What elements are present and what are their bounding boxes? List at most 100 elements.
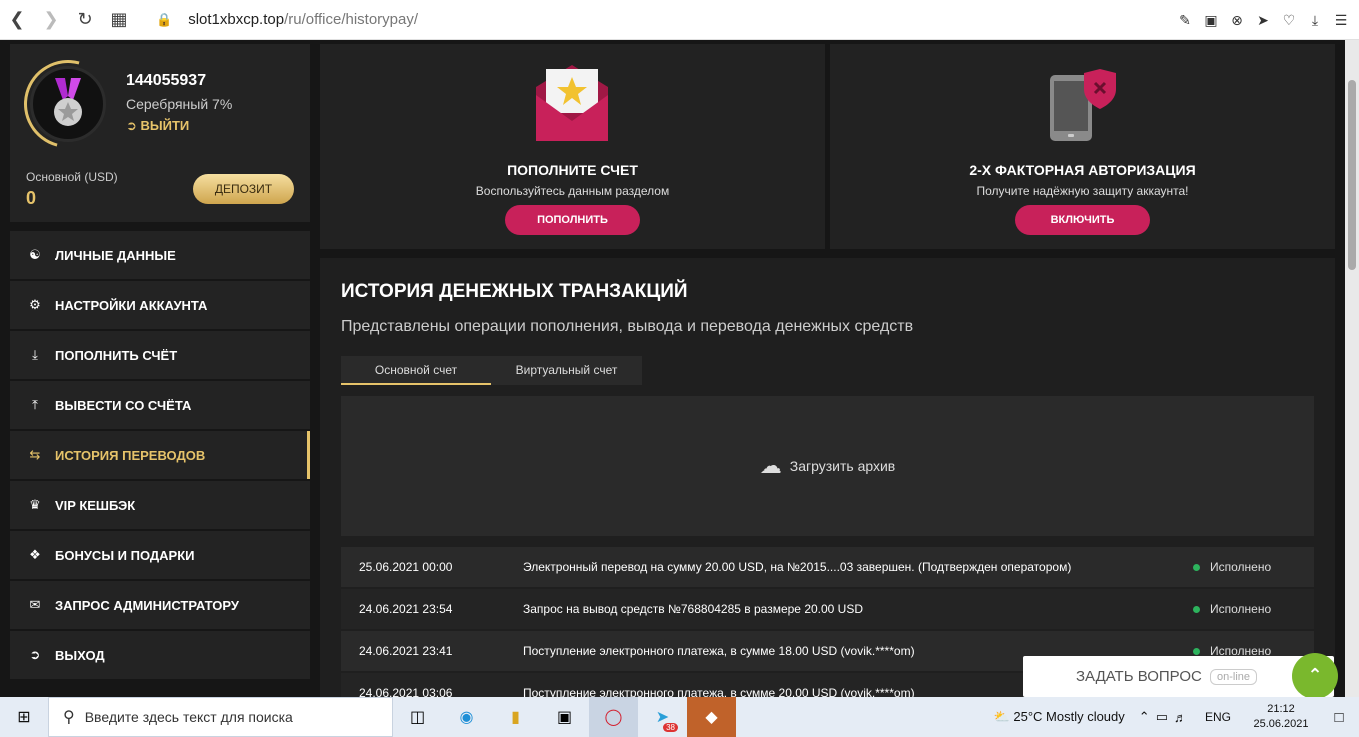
twofa-card-button[interactable]: ВКЛЮЧИТЬ xyxy=(1015,205,1150,235)
clock-time: 21:12 xyxy=(1267,703,1295,715)
balance-value: 0 xyxy=(26,188,37,208)
search-icon: ⚲ xyxy=(63,709,75,726)
weather-widget[interactable]: ⛅ 25°C Mostly cloudy xyxy=(994,709,1125,725)
telegram-icon[interactable]: ➤ 38 xyxy=(638,697,687,737)
gears-icon: ⚙ xyxy=(29,297,41,312)
logout-label: ВЫЙТИ xyxy=(140,118,190,133)
history-panel: ИСТОРИЯ ДЕНЕЖНЫХ ТРАНЗАКЦИЙ Представлены… xyxy=(320,258,1335,697)
sidebar-menu: ☯ ЛИЧНЫЕ ДАННЫЕ ⚙ НАСТРОЙКИ АККАУНТА ⤓ ПОПО… xyxy=(10,231,310,681)
task-view-icon[interactable]: ◫ xyxy=(393,697,442,737)
exit-icon: ➲ xyxy=(29,647,41,662)
deposit-card-button[interactable]: ПОПОЛНИТЬ xyxy=(505,205,640,235)
sidebar-item-account-settings[interactable]: ⚙ НАСТРОЙКИ АККАУНТА xyxy=(10,281,310,329)
phone-shield-icon xyxy=(1050,69,1116,141)
balance-label: Основной (USD) xyxy=(26,170,118,184)
table-row: 24.06.2021 23:54 Запрос на вывод средств… xyxy=(341,589,1314,629)
taskbar-search-input[interactable]: ⚲ Введите здесь текст для поиска xyxy=(48,697,393,737)
user-add-icon: ☯ xyxy=(29,247,41,262)
row-status: Исполнено xyxy=(1193,602,1271,616)
sidebar-item-label: ВЫВЕСТИ СО СЧЁТА xyxy=(55,397,192,413)
deposit-card-subtitle: Воспользуйтесь данным разделом xyxy=(475,184,670,198)
browser-toolbar: ❮ ❯ ↻ ▦ 🔒 slot1xbxcp.top/ru/office/histo… xyxy=(0,0,1359,40)
chevron-up-icon[interactable]: ⌃ xyxy=(1292,653,1338,697)
twofa-card: 2-Х ФАКТОРНАЯ АВТОРИЗАЦИЯ Получите надёж… xyxy=(830,44,1335,249)
row-date: 24.06.2021 23:54 xyxy=(359,602,453,616)
online-badge: on-line xyxy=(1210,669,1258,685)
user-level: Серебряный 7% xyxy=(126,96,233,112)
ask-question-label: ЗАДАТЬ ВОПРОС xyxy=(1076,668,1202,685)
row-description: Поступление электронного платежа, в сумм… xyxy=(523,686,915,697)
status-label: Исполнено xyxy=(1210,560,1272,574)
sidebar-item-label: ЗАПРОС АДМИНИСТРАТОРУ xyxy=(55,597,239,613)
row-description: Запрос на вывод средств №768804285 в раз… xyxy=(523,602,864,616)
sidebar-item-history[interactable]: ⇆ ИСТОРИЯ ПЕРЕВОДОВ xyxy=(10,431,310,479)
load-archive-button[interactable]: ☁ Загрузить архив xyxy=(341,396,1314,536)
medal-icon xyxy=(54,78,82,126)
ask-question-widget[interactable]: ЗАДАТЬ ВОПРОС on-line ⌃ xyxy=(1023,653,1338,697)
chevron-up-icon[interactable]: ⌃ xyxy=(1139,709,1150,725)
menu-icon[interactable]: ☰ xyxy=(1333,12,1349,29)
camera-icon[interactable]: ▣ xyxy=(1203,12,1219,29)
cloud-sun-icon: ⛅ xyxy=(993,709,1010,724)
windows-start-icon[interactable]: ⊞ xyxy=(0,697,48,737)
sidebar-item-label: НАСТРОЙКИ АККАУНТА xyxy=(55,297,208,313)
network-icon[interactable]: ▭ xyxy=(1156,709,1168,725)
sidebar-item-personal-data[interactable]: ☯ ЛИЧНЫЕ ДАННЫЕ xyxy=(10,231,310,279)
scrollbar-thumb[interactable] xyxy=(1348,80,1356,270)
sidebar-item-deposit[interactable]: ⤓ ПОПОЛНИТЬ СЧЁТ xyxy=(10,331,310,379)
crown-icon: ♛ xyxy=(29,497,41,512)
store-icon[interactable]: ▣ xyxy=(540,697,589,737)
weather-text: 25°C Mostly cloudy xyxy=(1013,709,1125,724)
gift-icon: ❖ xyxy=(29,547,41,562)
account-tabs: Основной счет Виртуальный счет xyxy=(341,356,642,385)
envelope-star-icon xyxy=(536,65,608,141)
url-path: /ru/office/historypay/ xyxy=(284,11,419,28)
clock-date: 25.06.2021 xyxy=(1253,718,1309,730)
row-date: 25.06.2021 00:00 xyxy=(359,560,453,574)
deposit-button[interactable]: ДЕПОЗИТ xyxy=(193,174,294,204)
row-date: 24.06.2021 23:41 xyxy=(359,644,453,658)
tab-main-account[interactable]: Основной счет xyxy=(341,356,491,385)
forward-icon[interactable]: ❯ xyxy=(34,0,68,40)
language-indicator[interactable]: ENG xyxy=(1205,710,1231,724)
tab-virtual-account[interactable]: Виртуальный счет xyxy=(491,356,642,385)
edge-icon[interactable]: ◉ xyxy=(442,697,491,737)
logout-link[interactable]: ➲ ВЫЙТИ xyxy=(126,118,189,134)
logout-icon: ➲ xyxy=(126,118,137,133)
edit-icon[interactable]: ✎ xyxy=(1177,12,1193,29)
grid-icon[interactable]: ▦ xyxy=(102,0,136,40)
notifications-icon[interactable]: □ xyxy=(1319,709,1359,726)
profile-panel: 144055937 Серебряный 7% ➲ ВЫЙТИ Основной… xyxy=(7,43,310,222)
transfer-icon: ⇆ xyxy=(29,447,41,462)
browser-actions: ✎ ▣ ⊗ ➤ ♡ ⤓ ☰ xyxy=(1177,0,1349,40)
sidebar-item-label: ЛИЧНЫЕ ДАННЫЕ xyxy=(55,247,176,263)
clock[interactable]: 21:12 25.06.2021 xyxy=(1243,702,1319,732)
sidebar-item-bonuses[interactable]: ❖ БОНУСЫ И ПОДАРКИ xyxy=(10,531,310,579)
game-app-icon[interactable]: ◆ xyxy=(687,697,736,737)
file-explorer-icon[interactable]: ▮ xyxy=(491,697,540,737)
page-scrollbar[interactable] xyxy=(1345,40,1359,697)
load-archive-label: Загрузить архив xyxy=(789,458,896,474)
lock-icon: 🔒 xyxy=(156,11,173,27)
send-icon[interactable]: ➤ xyxy=(1255,12,1271,29)
system-tray: ⛅ 25°C Mostly cloudy ⌃ ▭ ♬ ENG 21:12 25.… xyxy=(994,697,1359,737)
volume-icon[interactable]: ♬ xyxy=(1174,710,1187,725)
sidebar-item-exit[interactable]: ➲ ВЫХОД xyxy=(10,631,310,679)
back-icon[interactable]: ❮ xyxy=(0,0,34,40)
twofa-card-title: 2-Х ФАКТОРНАЯ АВТОРИЗАЦИЯ xyxy=(969,162,1196,178)
sidebar-item-vip-cashback[interactable]: ♛ VIP КЕШБЭК xyxy=(10,481,310,529)
sidebar-item-admin-request[interactable]: ✉ ЗАПРОС АДМИНИСТРАТОРУ xyxy=(10,581,310,629)
user-id: 144055937 xyxy=(126,72,207,89)
taskbar-search-placeholder: Введите здесь текст для поиска xyxy=(84,709,293,725)
row-description: Электронный перевод на сумму 20.00 USD, … xyxy=(523,560,1072,574)
block-icon[interactable]: ⊗ xyxy=(1229,12,1245,29)
sidebar-item-withdraw[interactable]: ⤒ ВЫВЕСТИ СО СЧЁТА xyxy=(10,381,310,429)
reload-icon[interactable]: ↻ xyxy=(68,0,102,40)
address-bar[interactable]: 🔒 slot1xbxcp.top/ru/office/historypay/ xyxy=(156,11,418,28)
page-title: ИСТОРИЯ ДЕНЕЖНЫХ ТРАНЗАКЦИЙ xyxy=(341,281,688,302)
download-icon[interactable]: ⤓ xyxy=(1307,12,1323,29)
opera-icon[interactable]: ◯ xyxy=(589,697,638,737)
sidebar-item-label: ПОПОЛНИТЬ СЧЁТ xyxy=(55,347,178,363)
heart-icon[interactable]: ♡ xyxy=(1281,12,1297,29)
upload-icon: ⤒ xyxy=(32,397,38,412)
